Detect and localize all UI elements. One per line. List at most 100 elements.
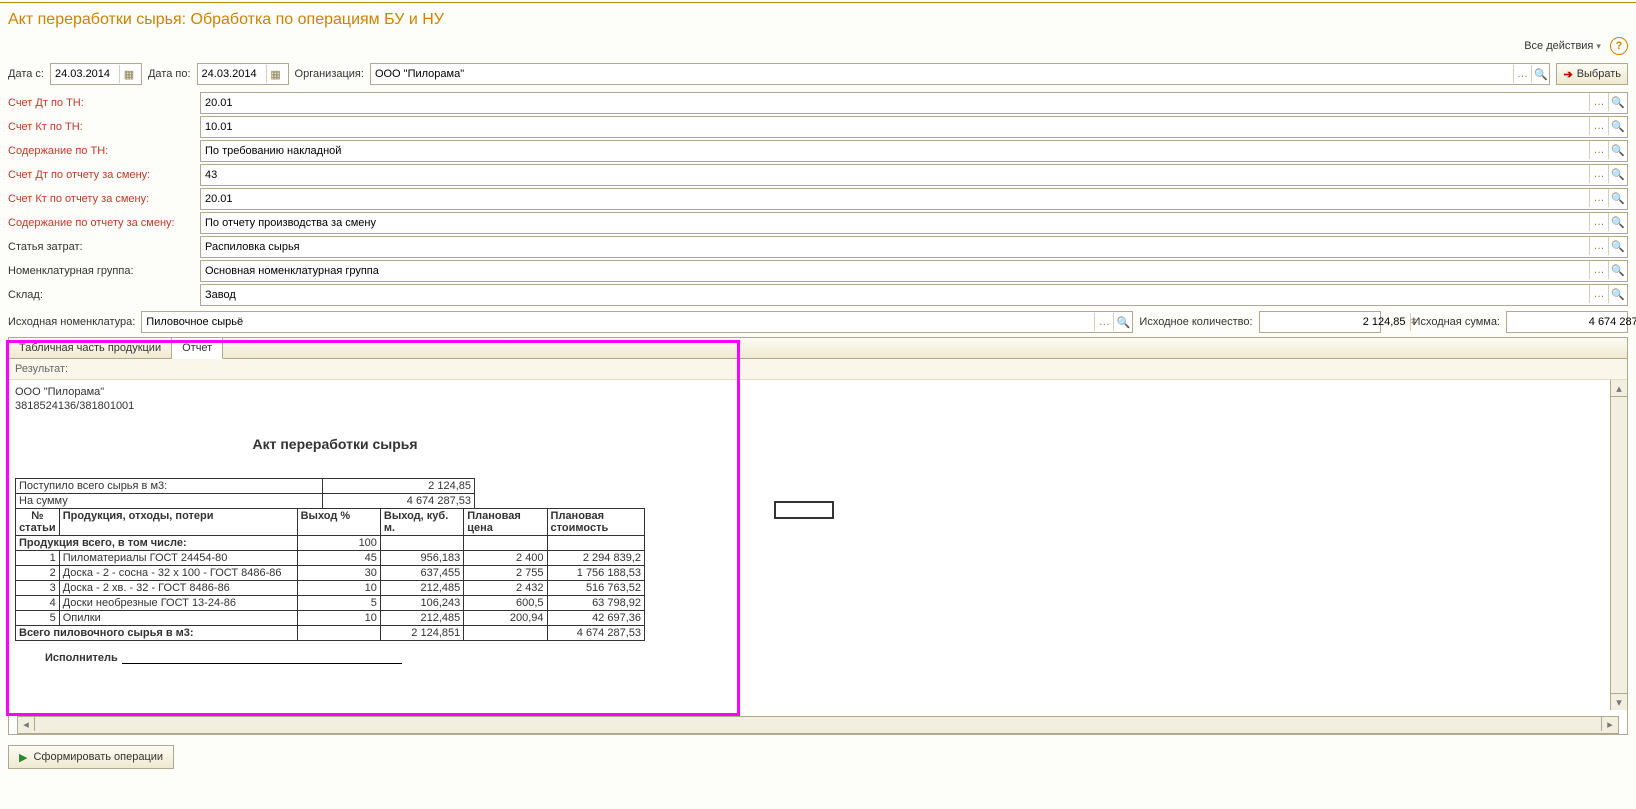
form-field[interactable]: …🔍 [200, 212, 1628, 234]
form-label: Содержание по отчету за смену: [8, 217, 196, 229]
form-label: Номенклатурная группа: [8, 265, 196, 277]
all-actions-menu[interactable]: Все действия [1524, 40, 1601, 52]
scroll-down-icon[interactable]: ▾ [1611, 693, 1627, 710]
form-row: Статья затрат: …🔍 [8, 235, 1628, 259]
form-row: Счет Кт по отчету за смену: …🔍 [8, 187, 1628, 211]
search-icon[interactable]: 🔍 [1608, 285, 1627, 303]
src-qty-input[interactable] [1260, 316, 1410, 328]
form-label: Статья затрат: [8, 241, 196, 253]
date-to-label: Дата по: [148, 68, 191, 80]
ellipsis-icon[interactable]: … [1589, 213, 1608, 231]
form-input[interactable] [201, 141, 1589, 161]
form-field[interactable]: …🔍 [200, 92, 1628, 114]
date-to-field[interactable]: ▦ [197, 63, 289, 85]
report-title: Акт переработки сырья [15, 436, 655, 452]
search-icon[interactable]: 🔍 [1608, 165, 1627, 183]
scroll-up-icon[interactable]: ▴ [1611, 380, 1627, 397]
calendar-icon[interactable]: ▦ [266, 65, 285, 83]
form-field[interactable]: …🔍 [200, 164, 1628, 186]
help-icon[interactable]: ? [1610, 37, 1628, 55]
search-icon[interactable]: 🔍 [1608, 189, 1627, 207]
src-qty-field[interactable]: ⌗ [1259, 311, 1381, 333]
search-icon[interactable]: 🔍 [1531, 65, 1549, 83]
form-input[interactable] [201, 213, 1589, 233]
form-input[interactable] [201, 189, 1589, 209]
ellipsis-icon[interactable]: … [1094, 313, 1113, 331]
generate-button[interactable]: ▶ Сформировать операции [8, 745, 174, 769]
form-input[interactable] [201, 237, 1589, 257]
date-from-field[interactable]: ▦ [50, 63, 142, 85]
date-from-label: Дата с: [8, 68, 44, 80]
form-input[interactable] [201, 93, 1589, 113]
src-qty-label: Исходное количество: [1139, 316, 1252, 328]
source-row: Исходная номенклатура: … 🔍 Исходное коли… [0, 307, 1636, 337]
form-input[interactable] [201, 117, 1589, 137]
arrow-right-icon: ➔ [1563, 68, 1572, 81]
table-group-row: Продукция всего, в том числе:100 [16, 536, 645, 551]
date-to-input[interactable] [198, 65, 266, 83]
table-row: 1Пиломатериалы ГОСТ 24454-8045956,1832 4… [16, 551, 645, 566]
ellipsis-icon[interactable]: … [1589, 165, 1608, 183]
form-label: Счет Кт по отчету за смену: [8, 193, 196, 205]
search-icon[interactable]: 🔍 [1608, 117, 1627, 135]
form-row: Счет Дт по ТН: …🔍 [8, 91, 1628, 115]
ellipsis-icon[interactable]: … [1589, 189, 1608, 207]
form-input[interactable] [201, 261, 1589, 281]
org-field[interactable]: … 🔍 [370, 63, 1551, 85]
vertical-scrollbar[interactable]: ▴ ▾ [1610, 380, 1627, 710]
search-icon[interactable]: 🔍 [1608, 141, 1627, 159]
ellipsis-icon[interactable]: … [1589, 237, 1608, 255]
form-label: Счет Дт по ТН: [8, 97, 196, 109]
src-nomen-input[interactable] [142, 313, 1094, 331]
search-icon[interactable]: 🔍 [1608, 213, 1627, 231]
signature-line [122, 649, 402, 664]
table-row: 2Доска - 2 - сосна - 32 x 100 - ГОСТ 848… [16, 566, 645, 581]
table-row: 3Доска - 2 хв. - 32 - ГОСТ 8486-8610212,… [16, 581, 645, 596]
org-input[interactable] [371, 65, 1513, 83]
horizontal-scrollbar[interactable]: ◂ ▸ [17, 716, 1619, 734]
actions-bar: Все действия ? [0, 35, 1636, 61]
search-icon[interactable]: 🔍 [1608, 93, 1627, 111]
tab-frame: Табличная часть продукции Отчет Результа… [8, 337, 1628, 735]
ellipsis-icon[interactable]: … [1589, 117, 1608, 135]
search-icon[interactable]: 🔍 [1608, 237, 1627, 255]
scroll-left-icon[interactable]: ◂ [18, 717, 35, 731]
src-sum-label: Исходная сумма: [1413, 316, 1500, 328]
ellipsis-icon[interactable]: … [1589, 93, 1608, 111]
ellipsis-icon[interactable]: … [1589, 141, 1608, 159]
form-label: Склад: [8, 289, 196, 301]
scroll-right-icon[interactable]: ▸ [1601, 717, 1618, 731]
separator [0, 2, 1636, 3]
form-field[interactable]: …🔍 [200, 236, 1628, 258]
form-field[interactable]: …🔍 [200, 116, 1628, 138]
table-row: 4Доски необрезные ГОСТ 13-24-865106,2436… [16, 596, 645, 611]
src-nomen-field[interactable]: … 🔍 [141, 311, 1133, 333]
report-summary-table: Поступило всего сырья в м3:2 124,85 На с… [15, 478, 475, 509]
src-sum-field[interactable]: ⌗ [1506, 311, 1628, 333]
executor-signature: Исполнитель [45, 649, 655, 664]
calendar-icon[interactable]: ▦ [119, 65, 138, 83]
search-icon[interactable]: 🔍 [1608, 261, 1627, 279]
report-org: ООО "Пилорама" [15, 386, 655, 398]
ellipsis-icon[interactable]: … [1589, 261, 1608, 279]
form-row: Склад: …🔍 [8, 283, 1628, 307]
tab-table-part[interactable]: Табличная часть продукции [9, 338, 172, 358]
form-field[interactable]: …🔍 [200, 140, 1628, 162]
ellipsis-icon[interactable]: … [1513, 65, 1531, 83]
form-field[interactable]: …🔍 [200, 188, 1628, 210]
search-icon[interactable]: 🔍 [1113, 313, 1132, 331]
select-button[interactable]: ➔ Выбрать [1556, 63, 1628, 85]
form-input[interactable] [201, 165, 1589, 185]
src-nomen-label: Исходная номенклатура: [8, 316, 135, 328]
form-field[interactable]: …🔍 [200, 284, 1628, 306]
date-from-input[interactable] [51, 65, 119, 83]
form-field[interactable]: …🔍 [200, 260, 1628, 282]
form-row: Номенклатурная группа: …🔍 [8, 259, 1628, 283]
form-label: Счет Дт по отчету за смену: [8, 169, 196, 181]
org-label: Организация: [295, 68, 364, 80]
form-input[interactable] [201, 285, 1589, 305]
tab-header: Табличная часть продукции Отчет [9, 338, 1627, 359]
src-sum-input[interactable] [1507, 316, 1636, 328]
tab-report[interactable]: Отчет [172, 338, 223, 359]
ellipsis-icon[interactable]: … [1589, 285, 1608, 303]
